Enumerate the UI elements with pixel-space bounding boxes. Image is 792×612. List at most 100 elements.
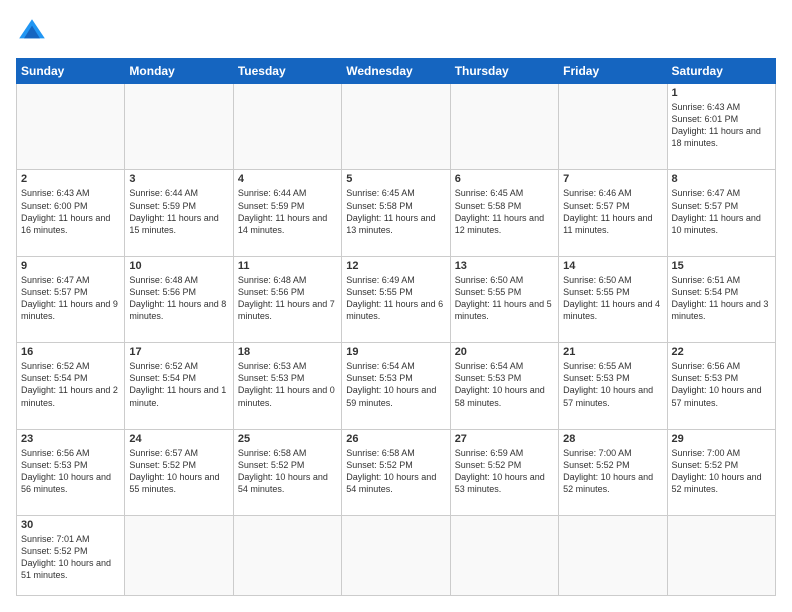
day-info: Sunrise: 6:48 AM Sunset: 5:56 PM Dayligh… [129,274,228,323]
calendar-cell [450,84,558,170]
day-info: Sunrise: 6:45 AM Sunset: 5:58 PM Dayligh… [346,187,445,236]
day-info: Sunrise: 6:56 AM Sunset: 5:53 PM Dayligh… [672,360,771,409]
day-info: Sunrise: 6:47 AM Sunset: 5:57 PM Dayligh… [21,274,120,323]
day-number: 11 [238,260,337,272]
day-number: 30 [21,519,120,531]
day-info: Sunrise: 6:58 AM Sunset: 5:52 PM Dayligh… [238,447,337,496]
day-info: Sunrise: 6:54 AM Sunset: 5:53 PM Dayligh… [346,360,445,409]
weekday-header-row: SundayMondayTuesdayWednesdayThursdayFrid… [17,59,776,84]
day-number: 22 [672,346,771,358]
day-info: Sunrise: 6:44 AM Sunset: 5:59 PM Dayligh… [129,187,228,236]
day-info: Sunrise: 6:53 AM Sunset: 5:53 PM Dayligh… [238,360,337,409]
calendar-cell: 11Sunrise: 6:48 AM Sunset: 5:56 PM Dayli… [233,256,341,342]
day-number: 17 [129,346,228,358]
header [16,16,776,48]
day-info: Sunrise: 6:54 AM Sunset: 5:53 PM Dayligh… [455,360,554,409]
week-row-3: 16Sunrise: 6:52 AM Sunset: 5:54 PM Dayli… [17,343,776,429]
day-info: Sunrise: 6:47 AM Sunset: 5:57 PM Dayligh… [672,187,771,236]
calendar-cell [342,84,450,170]
calendar-cell: 29 Sunrise: 7:00 AM Sunset: 5:52 PM Dayli… [667,429,775,515]
day-number: 14 [563,260,662,272]
calendar-table: SundayMondayTuesdayWednesdayThursdayFrid… [16,58,776,596]
weekday-header-friday: Friday [559,59,667,84]
calendar-cell: 7 Sunrise: 6:46 AM Sunset: 5:57 PM Daylig… [559,170,667,256]
week-row-2: 9 Sunrise: 6:47 AM Sunset: 5:57 PM Daylig… [17,256,776,342]
day-info: Sunrise: 6:49 AM Sunset: 5:55 PM Dayligh… [346,274,445,323]
day-info: Sunrise: 6:46 AM Sunset: 5:57 PM Dayligh… [563,187,662,236]
weekday-header-wednesday: Wednesday [342,59,450,84]
calendar-cell: 5 Sunrise: 6:45 AM Sunset: 5:58 PM Daylig… [342,170,450,256]
calendar-cell [125,84,233,170]
calendar-cell: 25 Sunrise: 6:58 AM Sunset: 5:52 PM Dayli… [233,429,341,515]
day-info: Sunrise: 6:52 AM Sunset: 5:54 PM Dayligh… [21,360,120,409]
calendar-cell: 10 Sunrise: 6:48 AM Sunset: 5:56 PM Dayli… [125,256,233,342]
calendar-cell: 28Sunrise: 7:00 AM Sunset: 5:52 PM Dayli… [559,429,667,515]
day-number: 25 [238,433,337,445]
calendar-cell: 3 Sunrise: 6:44 AM Sunset: 5:59 PM Daylig… [125,170,233,256]
day-info: Sunrise: 6:51 AM Sunset: 5:54 PM Dayligh… [672,274,771,323]
week-row-0: 1 Sunrise: 6:43 AM Sunset: 6:01 PM Daylig… [17,84,776,170]
calendar-cell [559,84,667,170]
calendar-cell [125,515,233,595]
week-row-4: 23 Sunrise: 6:56 AM Sunset: 5:53 PM Dayli… [17,429,776,515]
calendar-cell: 24Sunrise: 6:57 AM Sunset: 5:52 PM Dayli… [125,429,233,515]
day-info: Sunrise: 6:57 AM Sunset: 5:52 PM Dayligh… [129,447,228,496]
day-info: Sunrise: 6:43 AM Sunset: 6:00 PM Dayligh… [21,187,120,236]
calendar-cell: 12Sunrise: 6:49 AM Sunset: 5:55 PM Dayli… [342,256,450,342]
week-row-1: 2 Sunrise: 6:43 AM Sunset: 6:00 PM Daylig… [17,170,776,256]
day-number: 10 [129,260,228,272]
calendar-cell [233,515,341,595]
weekday-header-sunday: Sunday [17,59,125,84]
day-info: Sunrise: 6:44 AM Sunset: 5:59 PM Dayligh… [238,187,337,236]
day-info: Sunrise: 6:50 AM Sunset: 5:55 PM Dayligh… [455,274,554,323]
calendar-cell: 21 Sunrise: 6:55 AM Sunset: 5:53 PM Dayli… [559,343,667,429]
day-number: 13 [455,260,554,272]
calendar-cell: 18 Sunrise: 6:53 AM Sunset: 5:53 PM Dayli… [233,343,341,429]
calendar-cell: 20 Sunrise: 6:54 AM Sunset: 5:53 PM Dayli… [450,343,558,429]
calendar-cell: 1 Sunrise: 6:43 AM Sunset: 6:01 PM Daylig… [667,84,775,170]
weekday-header-thursday: Thursday [450,59,558,84]
day-number: 5 [346,173,445,185]
day-number: 28 [563,433,662,445]
day-number: 6 [455,173,554,185]
weekday-header-monday: Monday [125,59,233,84]
day-number: 23 [21,433,120,445]
calendar-cell [667,515,775,595]
calendar-cell: 14Sunrise: 6:50 AM Sunset: 5:55 PM Dayli… [559,256,667,342]
calendar-cell [559,515,667,595]
day-info: Sunrise: 6:43 AM Sunset: 6:01 PM Dayligh… [672,101,771,150]
day-number: 18 [238,346,337,358]
calendar-cell: 8 Sunrise: 6:47 AM Sunset: 5:57 PM Daylig… [667,170,775,256]
calendar-cell: 6Sunrise: 6:45 AM Sunset: 5:58 PM Daylig… [450,170,558,256]
day-number: 21 [563,346,662,358]
day-info: Sunrise: 6:55 AM Sunset: 5:53 PM Dayligh… [563,360,662,409]
calendar-cell: 9 Sunrise: 6:47 AM Sunset: 5:57 PM Daylig… [17,256,125,342]
week-row-5: 30 Sunrise: 7:01 AM Sunset: 5:52 PM Dayli… [17,515,776,595]
day-info: Sunrise: 7:00 AM Sunset: 5:52 PM Dayligh… [672,447,771,496]
day-number: 9 [21,260,120,272]
day-number: 1 [672,87,771,99]
calendar-cell [342,515,450,595]
day-info: Sunrise: 6:56 AM Sunset: 5:53 PM Dayligh… [21,447,120,496]
calendar-cell: 27 Sunrise: 6:59 AM Sunset: 5:52 PM Dayli… [450,429,558,515]
day-number: 8 [672,173,771,185]
day-number: 27 [455,433,554,445]
weekday-header-tuesday: Tuesday [233,59,341,84]
day-number: 20 [455,346,554,358]
calendar-cell: 19 Sunrise: 6:54 AM Sunset: 5:53 PM Dayli… [342,343,450,429]
calendar-cell [17,84,125,170]
day-number: 7 [563,173,662,185]
page: SundayMondayTuesdayWednesdayThursdayFrid… [0,0,792,612]
day-info: Sunrise: 7:01 AM Sunset: 5:52 PM Dayligh… [21,533,120,582]
day-number: 2 [21,173,120,185]
calendar-cell: 30 Sunrise: 7:01 AM Sunset: 5:52 PM Dayli… [17,515,125,595]
calendar-cell: 2 Sunrise: 6:43 AM Sunset: 6:00 PM Daylig… [17,170,125,256]
day-number: 26 [346,433,445,445]
day-number: 3 [129,173,228,185]
day-info: Sunrise: 6:59 AM Sunset: 5:52 PM Dayligh… [455,447,554,496]
day-number: 19 [346,346,445,358]
day-number: 29 [672,433,771,445]
weekday-header-saturday: Saturday [667,59,775,84]
logo-icon [16,16,48,48]
calendar-cell: 15Sunrise: 6:51 AM Sunset: 5:54 PM Dayli… [667,256,775,342]
